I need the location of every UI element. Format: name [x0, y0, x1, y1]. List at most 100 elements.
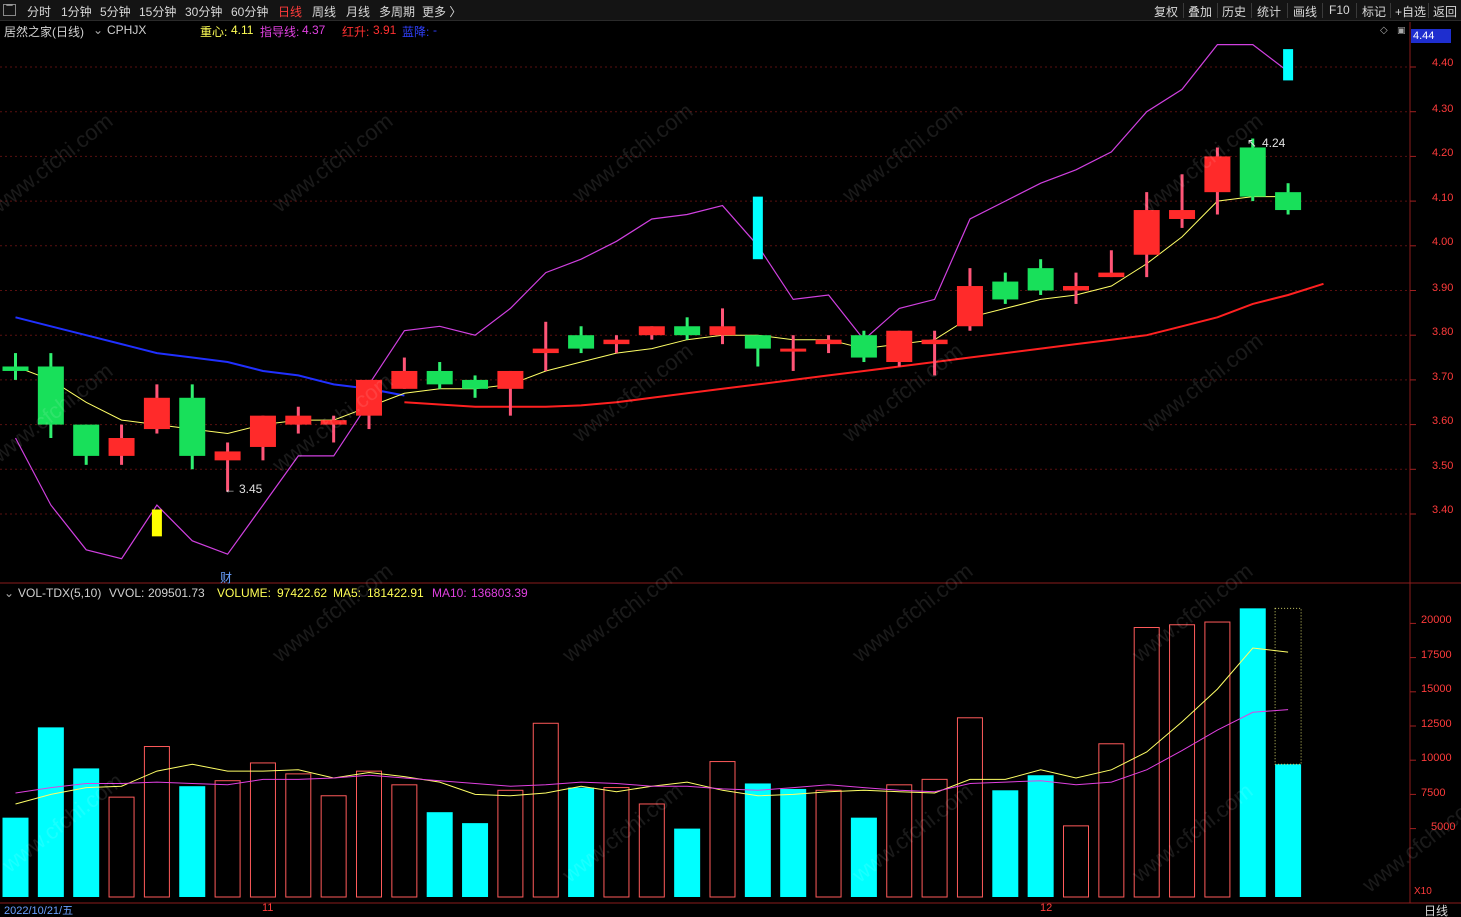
candle-body	[179, 397, 206, 456]
volume-bar-down	[1027, 775, 1054, 897]
stock-chart-app: ▔ 分时 1分钟 5分钟 15分钟 30分钟 60分钟 日线 周线 月线 多周期…	[0, 0, 1461, 917]
low-annotation: 3.45	[239, 482, 263, 496]
candle-body	[744, 335, 771, 349]
ma10-label: MA10:	[432, 586, 467, 600]
candle-body	[462, 379, 489, 389]
volume-tick: 5000	[1431, 821, 1456, 833]
candle-body	[2, 366, 29, 371]
price-tick: 4.20	[1432, 147, 1454, 159]
volume-bar-up	[285, 773, 312, 898]
volume-bar-up	[214, 780, 241, 898]
candle-body	[249, 415, 276, 447]
candle-body	[497, 370, 524, 389]
volume-bar-down	[674, 828, 701, 897]
volume-bar-up	[1063, 825, 1089, 898]
yellow-signal-bar	[151, 509, 162, 537]
cyan-signal-bar	[752, 196, 763, 260]
high-annotation: 4.24	[1262, 136, 1286, 150]
volume-bar-down	[462, 823, 489, 897]
candle-body	[108, 438, 135, 456]
candle-body	[426, 370, 453, 385]
candle-body	[603, 339, 630, 345]
candle-body	[780, 348, 807, 352]
candle-body	[1098, 272, 1125, 278]
candle-body	[850, 335, 877, 358]
candle-body	[1027, 268, 1054, 291]
candle-body	[143, 397, 170, 430]
candle-body	[73, 424, 100, 456]
vvol-value: 209501.73	[148, 586, 205, 600]
volume-bar-down	[992, 790, 1019, 897]
volume-bar-up	[356, 770, 382, 898]
vvol-label: VVOL:	[109, 586, 145, 600]
period-indicator[interactable]: 日线	[1424, 902, 1448, 917]
ma5-value: 181422.91	[367, 586, 424, 600]
candle-body	[214, 451, 241, 461]
volume-bar-down	[1239, 608, 1266, 897]
volume-tick: 7500	[1421, 787, 1446, 799]
volume-tick: 15000	[1421, 683, 1452, 695]
volume-bar-up	[497, 789, 524, 898]
volume-bar-up	[249, 762, 276, 898]
price-tick: 3.40	[1432, 504, 1454, 516]
candle-body	[568, 335, 595, 349]
volume-bar-up	[391, 784, 418, 898]
finance-event-marker[interactable]: 财	[220, 569, 232, 586]
volume-label: VOLUME:	[217, 586, 272, 600]
price-tick: 3.80	[1432, 326, 1454, 338]
volume-bar-down	[1275, 764, 1302, 897]
cyan-signal-bar	[1283, 49, 1294, 81]
volume-bar-up	[815, 789, 842, 898]
month-marker: 12	[1040, 902, 1053, 914]
price-tick: 3.50	[1432, 460, 1454, 472]
candle-body	[992, 281, 1019, 300]
volume-bar-down	[426, 812, 453, 897]
volume-tick: 12500	[1421, 718, 1452, 730]
volume-value: 97422.62	[277, 586, 328, 600]
volume-bar-down	[780, 788, 807, 897]
high-annotation-arrow: ↖	[1247, 136, 1258, 150]
ma5-label: MA5:	[333, 586, 362, 600]
volume-bar-up	[532, 722, 559, 898]
price-tick: 3.70	[1432, 371, 1454, 383]
price-tick: 3.90	[1432, 282, 1454, 294]
candle-body	[532, 348, 559, 354]
cursor-date: 2022/10/21/五	[4, 905, 74, 917]
month-marker: 11	[262, 902, 274, 914]
volume-ma5-line	[15, 647, 1289, 805]
candle-body	[1063, 286, 1089, 291]
candle-body	[674, 326, 701, 336]
candle-body	[285, 415, 312, 425]
volume-bar-up	[108, 796, 135, 898]
candle-body	[886, 330, 913, 363]
volume-bar-down	[744, 783, 771, 897]
candle-body	[1133, 210, 1160, 255]
volume-bar-up	[1204, 621, 1231, 898]
volume-bar-up	[320, 795, 347, 898]
volume-bar-up	[1098, 743, 1125, 898]
ma10-value: 136803.39	[471, 586, 528, 600]
candle-body	[709, 326, 736, 336]
low-annotation-arrow: ←	[224, 482, 236, 496]
volume-tick: 10000	[1421, 752, 1452, 764]
volume-ma10-line	[15, 709, 1289, 794]
volume-tick: 20000	[1421, 614, 1452, 626]
price-tick: 4.00	[1432, 236, 1454, 248]
price-tick: 4.10	[1432, 192, 1454, 204]
volume-dropdown-icon[interactable]: ⌄	[4, 586, 14, 600]
price-tick: 4.40	[1432, 57, 1454, 69]
price-tick: 4.30	[1432, 103, 1454, 115]
volume-indicator-name[interactable]: VOL-TDX(5,10)	[18, 586, 101, 600]
candle-body	[1239, 147, 1266, 197]
volume-tick: 17500	[1421, 649, 1452, 661]
candle-body	[815, 339, 842, 345]
volume-forecast-box	[1274, 607, 1302, 765]
candle-body	[638, 326, 665, 336]
candle-body	[1169, 210, 1196, 219]
volume-unit: X10	[1414, 886, 1432, 897]
price-tick: 3.60	[1432, 415, 1454, 427]
volume-bar-up	[709, 761, 736, 898]
candle-body	[1275, 192, 1302, 211]
volume-bar-down	[179, 786, 206, 897]
candle-body	[956, 286, 983, 327]
